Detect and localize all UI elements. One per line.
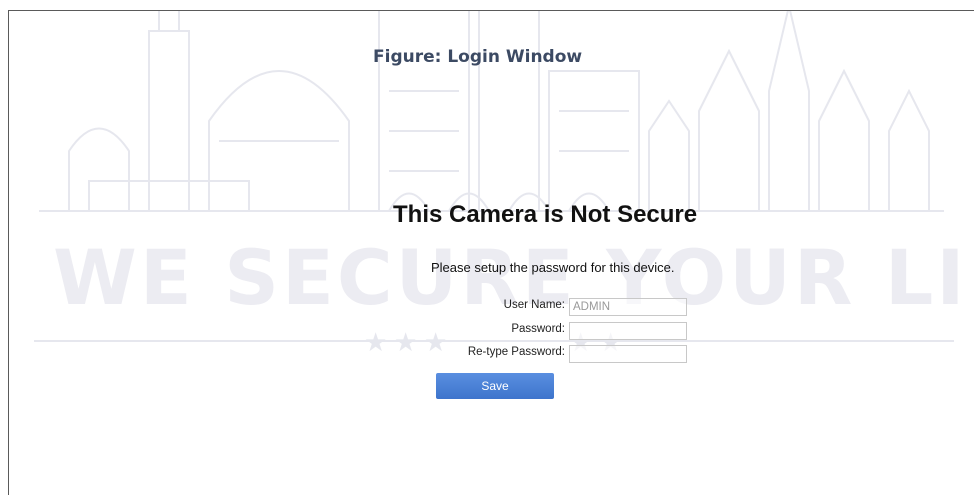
figure-title: Figure: Login Window	[373, 47, 583, 67]
page-title: This Camera is Not Secure	[393, 201, 698, 228]
retype-password-row: Re-type Password:	[389, 345, 689, 363]
username-label: User Name:	[503, 299, 565, 311]
username-input[interactable]	[569, 298, 687, 316]
setup-instruction: Please setup the password for this devic…	[431, 260, 675, 275]
password-row: Password:	[389, 322, 689, 340]
retype-password-label: Re-type Password:	[467, 346, 565, 358]
password-label: Password:	[511, 323, 565, 335]
retype-password-input[interactable]	[569, 345, 687, 363]
login-window-frame: ★ ★ ★ ★ ★ WE SECURE YOUR LIFE Figure: Lo…	[8, 10, 974, 495]
username-row: User Name:	[389, 298, 689, 316]
save-button[interactable]: Save	[436, 373, 554, 399]
password-input[interactable]	[569, 322, 687, 340]
svg-text:★: ★	[364, 327, 387, 357]
